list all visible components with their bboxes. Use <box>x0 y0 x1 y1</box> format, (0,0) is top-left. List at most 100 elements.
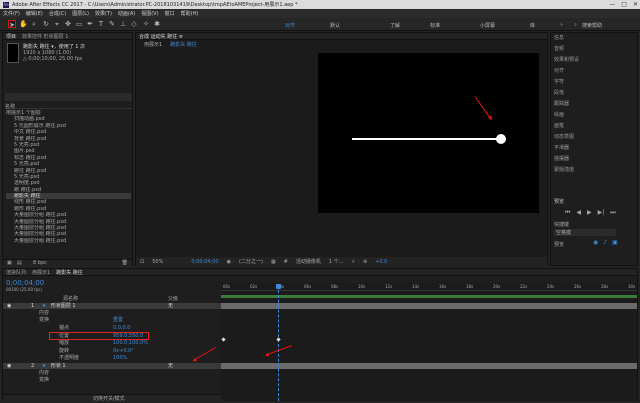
first-frame-icon[interactable]: ⏮ <box>565 209 570 217</box>
close-icon[interactable]: ✕ <box>633 1 638 8</box>
prop-contents-2[interactable]: 内容 <box>3 370 223 376</box>
right-panel-item[interactable]: 字符 <box>551 77 637 88</box>
scale-value[interactable]: 100.0,100.0% <box>113 340 173 346</box>
project-item[interactable]: 大量图层分组 跑往.psd <box>6 238 131 244</box>
pan-tool-icon[interactable]: ✥ <box>64 20 72 28</box>
fast-preview-icon[interactable]: ⚡ <box>351 259 355 265</box>
selection-tool-icon[interactable]: ➤ <box>8 20 16 29</box>
rotation-value[interactable]: 0x+0.0° <box>113 348 173 354</box>
composition-canvas[interactable] <box>318 53 539 213</box>
views-select[interactable]: 1 个... <box>329 258 344 265</box>
flowchart-icon[interactable]: ⊕ <box>363 259 367 265</box>
camera-view-select[interactable]: 活动摄像机 <box>296 258 321 265</box>
prev-frame-icon[interactable]: ◀ <box>576 209 581 217</box>
maximize-icon[interactable]: □ <box>621 1 627 8</box>
tab-comp-2[interactable]: 跑影失 跑往 <box>56 269 83 276</box>
menu-animation[interactable]: 动画(A) <box>118 10 135 17</box>
video-toggle-icon[interactable]: ◉ <box>593 239 598 246</box>
menu-view[interactable]: 视图(V) <box>141 10 158 17</box>
right-panel-item[interactable]: 跟踪器 <box>551 99 637 110</box>
workspace-library[interactable]: 库 <box>530 22 535 29</box>
toggle-switches-modes[interactable]: 切换开关/模式 <box>93 395 125 402</box>
layer-name[interactable]: 形状图层 1 <box>51 303 76 309</box>
visibility-icon[interactable]: ◉ <box>7 303 11 309</box>
project-search-input[interactable] <box>5 93 132 101</box>
menu-window[interactable]: 窗口 <box>165 10 175 17</box>
delete-icon[interactable]: 🗑 <box>122 260 128 266</box>
workspace-standard[interactable]: 标准 <box>430 22 440 29</box>
workspace-small-screen[interactable]: 小屏幕 <box>480 22 495 29</box>
transform-reset[interactable]: 重置 <box>113 317 153 323</box>
right-panel-item[interactable]: 效果和预设 <box>551 55 637 66</box>
tab-effect-controls[interactable]: 效果控件 形状图层 1 <box>22 33 68 40</box>
playhead[interactable] <box>278 285 279 401</box>
zoom-tool-icon[interactable]: ⌕ <box>30 20 38 28</box>
right-panel-item[interactable]: 动态草图 <box>551 132 637 143</box>
tab-comp-1[interactable]: 用展示1 <box>32 269 50 276</box>
mask-tool-icon[interactable]: ▭ <box>75 20 83 28</box>
region-icon[interactable]: ▦ <box>271 259 276 265</box>
magnification-icon[interactable]: ⊡ <box>140 259 144 265</box>
right-panel-item[interactable]: 摇摆器 <box>551 154 637 165</box>
new-comp-icon[interactable]: ▤ <box>17 260 22 266</box>
brush-tool-icon[interactable]: ✎ <box>108 20 116 28</box>
overlay-toggle-icon[interactable]: ▣ <box>612 239 618 246</box>
shortcut-select[interactable]: 空格键 <box>554 229 616 236</box>
time-ruler[interactable]: 00s02s04s06s08s10s12s14s16s18s20s22s24s2… <box>221 283 637 291</box>
menu-help[interactable]: 帮助(H) <box>181 10 199 17</box>
search-help-input[interactable]: 搜索帮助 <box>582 22 602 29</box>
minimize-icon[interactable]: — <box>609 1 615 8</box>
right-panel-item[interactable]: 绘画 <box>551 110 637 121</box>
hand-tool-icon[interactable]: ✋ <box>19 20 28 28</box>
right-panel-item[interactable]: 蒙版插值 <box>551 165 637 176</box>
zoom-level[interactable]: 50% <box>152 259 163 265</box>
layer-bar-2[interactable] <box>221 363 637 369</box>
current-time-display[interactable]: 0;00;04;00 <box>6 279 44 287</box>
workspace-learn[interactable]: 了解 <box>390 22 400 29</box>
right-panel-item[interactable]: 画笔 <box>551 121 637 132</box>
rotate-tool-icon[interactable]: ↻ <box>42 20 50 28</box>
viewer-time[interactable]: 0;00;04;00 <box>191 259 218 265</box>
layer-row-2[interactable]: ◉ 2 ★ 形状 1 无 <box>3 363 223 369</box>
workspace-align[interactable]: 对齐 <box>285 22 295 29</box>
menu-file[interactable]: 文件(F) <box>3 10 20 17</box>
opacity-value[interactable]: 100% <box>113 355 173 361</box>
tab-render-queue[interactable]: 渲染队列 <box>6 269 26 276</box>
pen-tool-icon[interactable]: ✒ <box>86 20 94 28</box>
menu-composition[interactable]: 合成(C) <box>49 10 66 17</box>
exposure-value[interactable]: +0.0 <box>375 259 387 265</box>
shape-line[interactable] <box>352 138 500 140</box>
menu-edit[interactable]: 编辑(E) <box>26 10 43 17</box>
preview-header[interactable]: 预览 <box>554 198 564 205</box>
workspace-more-icon[interactable]: » <box>560 22 563 28</box>
layer-parent[interactable]: 无 <box>168 363 173 369</box>
camera-tool-icon[interactable]: ⌖ <box>53 20 61 28</box>
shape-circle[interactable] <box>496 134 506 144</box>
keyframe-current[interactable] <box>276 337 281 342</box>
puppet-tool-icon[interactable]: ✱ <box>153 20 161 28</box>
snapshot-icon[interactable]: ◉ <box>227 259 231 265</box>
visibility-icon[interactable]: ◉ <box>7 363 11 369</box>
breadcrumb-comp-2[interactable]: 跑影失 跑往 <box>170 41 197 48</box>
play-icon[interactable]: ▶ <box>587 209 592 217</box>
keyframe-start[interactable] <box>221 337 226 342</box>
right-panel-item[interactable]: 信息 <box>551 33 637 44</box>
right-panel-item[interactable]: 段落 <box>551 88 637 99</box>
right-panel-item[interactable]: 对齐 <box>551 66 637 77</box>
menu-effect[interactable]: 效果(T) <box>95 10 112 17</box>
column-source-name[interactable]: 源名称 <box>63 295 78 302</box>
prop-effects[interactable]: 变换 <box>3 377 223 383</box>
playhead-handle[interactable] <box>276 284 281 289</box>
grid-icon[interactable]: # <box>284 259 288 265</box>
layer-row-1[interactable]: ◉ 1 ★ 形状图层 1 无 <box>3 303 223 309</box>
right-panel-item[interactable]: 音频 <box>551 44 637 55</box>
next-frame-icon[interactable]: ▶| <box>598 209 605 217</box>
layer-bar-1[interactable] <box>221 303 637 309</box>
roto-tool-icon[interactable]: ✧ <box>142 20 150 28</box>
anchor-value[interactable]: 0.0,0.0 <box>113 325 173 331</box>
last-frame-icon[interactable]: ⏭ <box>610 209 615 217</box>
audio-toggle-icon[interactable]: ♪ <box>603 239 607 246</box>
type-tool-icon[interactable]: T <box>97 20 105 28</box>
layer-parent[interactable]: 无 <box>168 303 173 309</box>
prop-contents[interactable]: 内容 <box>3 310 223 316</box>
